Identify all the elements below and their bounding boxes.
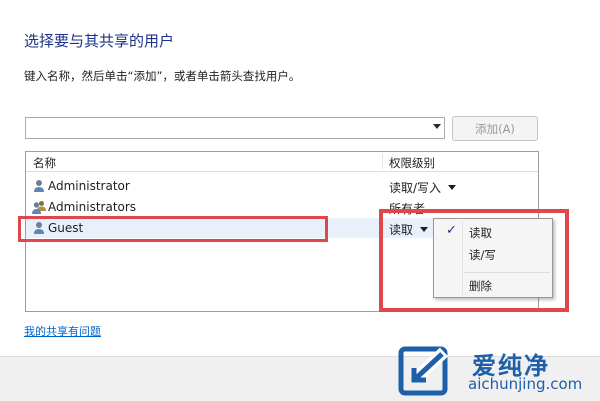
instruction-text: 键入名称，然后单击“添加”，或者单击箭头查找用户。 bbox=[24, 69, 301, 83]
dropdown-arrow-icon[interactable] bbox=[433, 124, 441, 129]
column-header-permission[interactable]: 权限级别 bbox=[389, 155, 435, 171]
chevron-down-icon[interactable] bbox=[448, 185, 457, 190]
checkmark-icon: ✓ bbox=[446, 223, 457, 238]
user-icon bbox=[34, 180, 44, 192]
user-name-combobox[interactable] bbox=[25, 117, 445, 139]
sharing-help-link[interactable]: 我的共享有问题 bbox=[24, 323, 101, 339]
menu-item-label: 读取 bbox=[469, 226, 492, 240]
list-row-administrator[interactable]: Administrator 读取/写入 bbox=[26, 176, 538, 196]
user-name: Administrators bbox=[48, 200, 137, 214]
list-header: 名称 权限级别 bbox=[26, 152, 538, 172]
menu-item-label: 删除 bbox=[469, 279, 492, 293]
permission-dropdown[interactable]: 读取/写入 bbox=[389, 179, 457, 196]
permission-menu: ✓ 读取 读/写 删除 bbox=[433, 218, 553, 298]
permission-label: 读取/写入 bbox=[389, 181, 442, 195]
menu-item-remove[interactable]: 删除 bbox=[434, 275, 552, 295]
dialog-title: 选择要与其共享的用户 bbox=[24, 32, 175, 50]
menu-item-read-write[interactable]: 读/写 bbox=[434, 244, 552, 264]
highlight-box-guest bbox=[18, 216, 328, 242]
menu-divider bbox=[464, 272, 550, 273]
share-dialog: 选择要与其共享的用户 键入名称，然后单击“添加”，或者单击箭头查找用户。 添加(… bbox=[0, 0, 600, 401]
watermark: 爱纯净 aichunjing.com bbox=[398, 344, 598, 398]
menu-item-label: 读/写 bbox=[469, 248, 496, 262]
menu-item-read[interactable]: ✓ 读取 bbox=[434, 222, 552, 242]
watermark-url: aichunjing.com bbox=[468, 375, 583, 393]
user-name: Administrator bbox=[48, 179, 130, 193]
group-icon bbox=[32, 201, 46, 214]
column-header-name[interactable]: 名称 bbox=[33, 155, 56, 171]
add-button[interactable]: 添加(A) bbox=[452, 116, 538, 141]
column-divider[interactable] bbox=[382, 154, 383, 169]
brand-logo-icon bbox=[398, 346, 449, 396]
